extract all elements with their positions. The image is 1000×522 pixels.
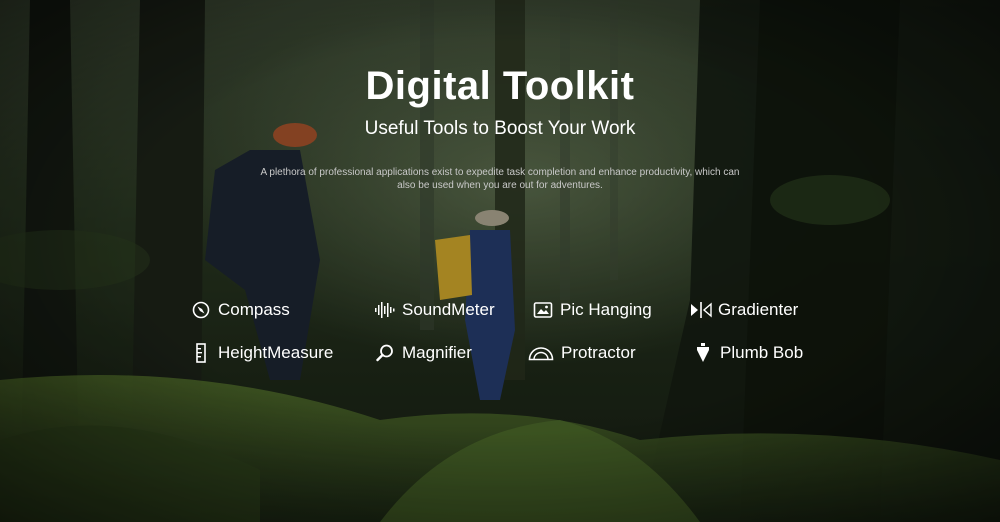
tool-label: Protractor xyxy=(561,343,636,362)
plumb-bob-icon xyxy=(692,342,714,364)
tool-compass: Compass xyxy=(190,298,290,322)
tool-label: Magnifier xyxy=(402,343,472,362)
page-subtitle: Useful Tools to Boost Your Work xyxy=(364,118,636,139)
ruler-icon xyxy=(190,342,212,364)
compass-icon xyxy=(190,299,212,321)
tool-pic-hanging: Pic Hanging xyxy=(532,298,652,322)
description-text: A plethora of professional applications … xyxy=(260,167,740,191)
sound-wave-icon xyxy=(374,299,396,321)
picture-frame-icon xyxy=(532,299,554,321)
tool-label: HeightMeasure xyxy=(218,343,334,362)
tool-label: SoundMeter xyxy=(402,300,495,319)
tool-heightmeasure: HeightMeasure xyxy=(190,341,333,365)
tool-soundmeter: SoundMeter xyxy=(374,298,495,322)
magnifier-icon xyxy=(374,342,396,364)
tool-label: Gradienter xyxy=(718,300,799,319)
tool-gradienter: Gradienter xyxy=(690,298,798,322)
tool-magnifier: Magnifier xyxy=(374,341,472,365)
hero-banner: Digital Toolkit Useful Tools to Boost Yo… xyxy=(0,0,1000,522)
level-icon xyxy=(690,299,712,321)
page-title: Digital Toolkit xyxy=(365,64,635,108)
tool-plumb-bob: Plumb Bob xyxy=(692,341,803,365)
tool-protractor: Protractor xyxy=(527,341,636,365)
protractor-icon xyxy=(527,342,555,364)
tool-label: Compass xyxy=(218,300,290,319)
tool-label: Plumb Bob xyxy=(720,343,804,362)
tool-label: Pic Hanging xyxy=(560,300,652,319)
